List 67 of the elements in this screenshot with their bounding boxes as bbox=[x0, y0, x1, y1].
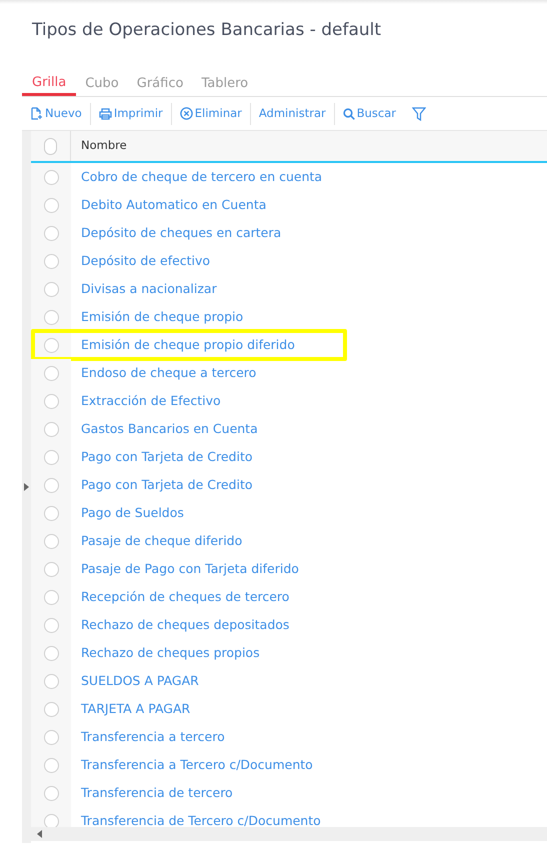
row-radio[interactable] bbox=[44, 590, 58, 604]
name-link[interactable]: Endoso de cheque a tercero bbox=[81, 364, 256, 382]
printer-icon bbox=[98, 108, 112, 120]
search-icon bbox=[342, 108, 355, 120]
scroll-left-arrow-icon[interactable] bbox=[37, 830, 42, 838]
row-radio[interactable] bbox=[44, 198, 58, 212]
name-link[interactable]: Rechazo de cheques propios bbox=[81, 644, 260, 662]
name-link[interactable]: Extracción de Efectivo bbox=[81, 392, 221, 410]
filter-icon[interactable] bbox=[412, 106, 426, 120]
name-link[interactable]: Gastos Bancarios en Cuenta bbox=[81, 420, 258, 438]
row-radio[interactable] bbox=[44, 814, 58, 827]
new-document-icon bbox=[31, 107, 43, 120]
name-link[interactable]: Pago de Sueldos bbox=[81, 504, 184, 522]
toolbar-button[interactable]: Administrar bbox=[250, 102, 335, 124]
name-link[interactable]: Transferencia a Tercero c/Documento bbox=[81, 756, 313, 774]
name-link[interactable]: TARJETA A PAGAR bbox=[81, 700, 190, 718]
toolbar-button[interactable]: Eliminar bbox=[172, 102, 251, 124]
row-radio[interactable] bbox=[44, 534, 58, 548]
row-radio[interactable] bbox=[44, 618, 58, 632]
name-link[interactable]: Transferencia a tercero bbox=[81, 728, 225, 746]
tab[interactable]: Cubo bbox=[76, 72, 128, 96]
select-all-radio[interactable] bbox=[44, 138, 57, 154]
row-radio[interactable] bbox=[44, 338, 58, 352]
circle-x-icon bbox=[180, 107, 193, 120]
name-link[interactable]: Pasaje de Pago con Tarjeta diferido bbox=[81, 560, 299, 578]
name-link[interactable]: Emisión de cheque propio bbox=[81, 308, 244, 326]
row-radio[interactable] bbox=[44, 478, 58, 492]
name-link[interactable]: Transferencia de Tercero c/Documento bbox=[81, 812, 321, 827]
toolbar-button[interactable]: Imprimir bbox=[90, 102, 172, 124]
name-link[interactable]: Pasaje de cheque diferido bbox=[81, 532, 242, 550]
name-link[interactable]: SUELDOS A PAGAR bbox=[81, 672, 199, 690]
name-link[interactable]: Transferencia de tercero bbox=[81, 784, 233, 802]
name-link[interactable]: Pago con Tarjeta de Credito bbox=[81, 476, 253, 494]
row-radio[interactable] bbox=[44, 226, 58, 240]
name-link[interactable]: Cobro de cheque de tercero en cuenta bbox=[81, 168, 322, 186]
name-link[interactable]: Debito Automatico en Cuenta bbox=[81, 196, 266, 214]
row-radio[interactable] bbox=[44, 310, 58, 324]
name-link[interactable]: Divisas a nacionalizar bbox=[81, 280, 217, 298]
row-radio[interactable] bbox=[44, 674, 58, 688]
row-radio[interactable] bbox=[44, 758, 58, 772]
toolbar-button[interactable]: Nuevo bbox=[22, 102, 91, 124]
row-radio[interactable] bbox=[44, 450, 58, 464]
row-radio[interactable] bbox=[44, 506, 58, 520]
row-radio[interactable] bbox=[44, 282, 58, 296]
tab[interactable]: Tablero bbox=[192, 72, 258, 96]
name-link[interactable]: Pago con Tarjeta de Credito bbox=[81, 448, 253, 466]
row-radio[interactable] bbox=[44, 422, 58, 436]
name-link[interactable]: Rechazo de cheques depositados bbox=[81, 616, 290, 634]
row-radio[interactable] bbox=[44, 786, 58, 800]
row-radio[interactable] bbox=[44, 562, 58, 576]
row-radio[interactable] bbox=[44, 254, 58, 268]
name-link[interactable]: Depósito de efectivo bbox=[81, 252, 210, 270]
row-radio[interactable] bbox=[44, 646, 58, 660]
row-radio[interactable] bbox=[44, 702, 58, 716]
name-link[interactable]: Emisión de cheque propio diferido bbox=[81, 336, 295, 354]
row-radio[interactable] bbox=[44, 170, 58, 184]
page-title: Tipos de Operaciones Bancarias - default bbox=[32, 19, 382, 42]
row-radio[interactable] bbox=[44, 394, 58, 408]
row-radio[interactable] bbox=[44, 730, 58, 744]
row-radio[interactable] bbox=[44, 366, 58, 380]
column-header: Nombre bbox=[81, 137, 127, 154]
tab[interactable]: Gráfico bbox=[128, 72, 192, 96]
name-link[interactable]: Depósito de cheques en cartera bbox=[81, 224, 282, 242]
expand-arrow-icon[interactable] bbox=[24, 483, 29, 491]
tab[interactable]: Grilla bbox=[22, 72, 76, 96]
toolbar-button[interactable]: Buscar bbox=[334, 102, 404, 124]
name-link[interactable]: Recepción de cheques de tercero bbox=[81, 588, 290, 606]
